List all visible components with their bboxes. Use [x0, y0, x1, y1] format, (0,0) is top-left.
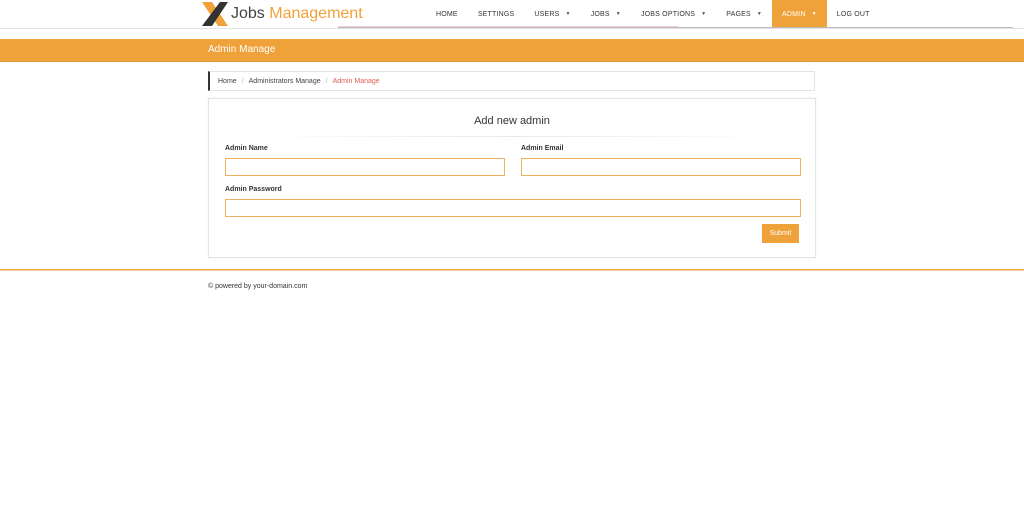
add-admin-form: Add new admin Admin Name Admin Email Adm… — [208, 98, 816, 258]
submit-button[interactable]: Submit — [762, 224, 799, 243]
main-menu: HOME SETTINGS USERS ▼ JOBS ▼ JOBS OPTIONS ▼ PAGE… — [426, 0, 880, 28]
page-title-bar: Admin Manage — [0, 39, 1024, 62]
nav-item-pages[interactable]: PAGES ▼ — [716, 0, 772, 28]
logo-x-icon — [202, 2, 228, 26]
nav-item-label: HOME — [436, 10, 458, 18]
nav-item-label: JOBS OPTIONS — [640, 10, 696, 18]
breadcrumb: Home / Administrators Manage / Admin Man… — [208, 71, 815, 91]
top-navbar: Jobs Management HOME SETTINGS USERS ▼ JOBS ▼ J… — [0, 0, 1024, 29]
admin-password-label: Admin Password — [225, 186, 282, 193]
nav-item-jobs[interactable]: JOBS ▼ — [581, 0, 631, 28]
nav-item-label: SETTINGS — [477, 10, 515, 18]
caret-down-icon: ▼ — [615, 11, 621, 17]
brand-name: Jobs Management — [231, 5, 363, 23]
nav-item-label: JOBS — [590, 10, 610, 18]
nav-item-label: LOG OUT — [836, 10, 870, 18]
admin-email-label: Admin Email — [521, 145, 564, 152]
nav-item-home[interactable]: HOME — [426, 0, 468, 28]
nav-item-label: USERS — [534, 10, 560, 18]
nav-item-log-out[interactable]: LOG OUT — [827, 0, 880, 28]
breadcrumb-current: Admin Manage — [332, 77, 380, 85]
admin-password-input[interactable] — [225, 199, 801, 217]
footer-text: © powered by your-domain.com — [208, 283, 308, 290]
nav-item-label: ADMIN — [782, 10, 806, 18]
caret-down-icon: ▼ — [811, 11, 817, 17]
breadcrumb-separator: / — [325, 77, 328, 85]
caret-down-icon: ▼ — [565, 11, 571, 17]
admin-name-label: Admin Name — [225, 145, 268, 152]
nav-item-jobs-options[interactable]: JOBS OPTIONS ▼ — [631, 0, 716, 28]
brand-name-part2: Management — [264, 5, 363, 22]
caret-down-icon: ▼ — [701, 11, 707, 17]
footer-divider-shadow — [0, 270, 1024, 271]
page-title: Admin Manage — [208, 44, 276, 55]
form-title: Add new admin — [474, 115, 550, 127]
nav-item-admin[interactable]: ADMIN ▼ — [772, 0, 827, 28]
breadcrumb-separator: / — [241, 77, 244, 85]
caret-down-icon: ▼ — [756, 11, 763, 17]
form-title-divider — [251, 136, 775, 137]
nav-item-label: PAGES — [726, 10, 751, 18]
brand-logo[interactable]: Jobs Management — [200, 0, 363, 28]
breadcrumb-administrators-link[interactable]: Administrators Manage — [249, 78, 321, 85]
brand-name-part1: Jobs — [231, 5, 265, 22]
admin-name-input[interactable] — [225, 158, 505, 176]
nav-item-settings[interactable]: SETTINGS — [468, 0, 525, 28]
nav-item-users[interactable]: USERS ▼ — [524, 0, 580, 28]
navbar-divider — [0, 28, 1024, 29]
admin-email-input[interactable] — [521, 158, 801, 176]
breadcrumb-home-link[interactable]: Home — [218, 78, 237, 85]
